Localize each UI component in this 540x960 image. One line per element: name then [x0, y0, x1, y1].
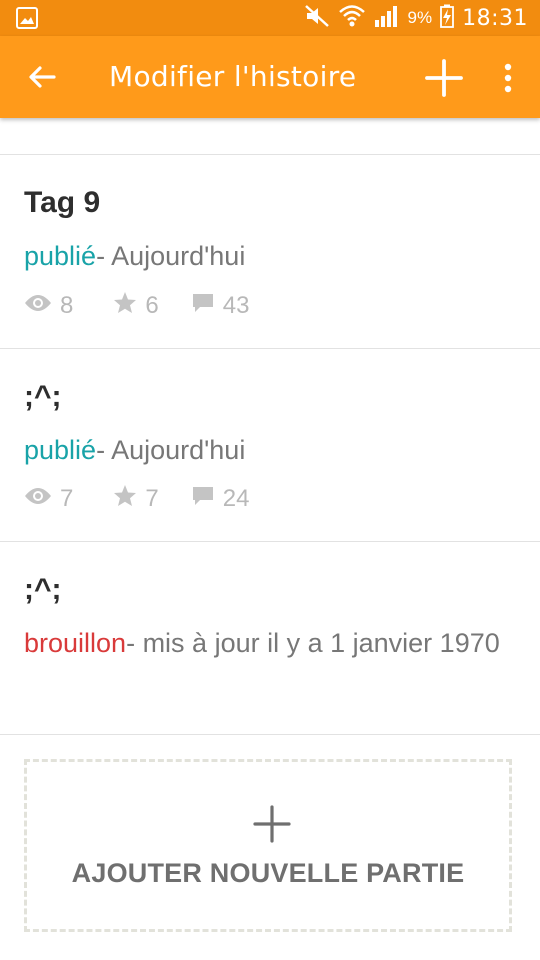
votes-stat: 6 — [113, 291, 159, 321]
votes-count: 7 — [145, 485, 159, 512]
add-new-part-button[interactable]: AJOUTER NOUVELLE PARTIE — [24, 759, 512, 932]
part-stats: 7 7 24 — [24, 484, 279, 514]
star-icon — [113, 291, 145, 321]
mute-icon — [304, 4, 330, 33]
comments-stat: 43 — [191, 292, 250, 321]
comment-icon — [191, 485, 223, 514]
battery-percent: 9% — [407, 8, 433, 27]
star-icon — [113, 484, 145, 514]
part-status: brouillon- mis à jour il y a 1 janvier 1… — [24, 626, 504, 660]
page-title: Modifier l'histoire — [109, 60, 357, 93]
part-title: Tag 9 — [24, 186, 101, 219]
published-status: publié — [24, 241, 97, 271]
part-status: publié- Aujourd'hui — [24, 433, 504, 467]
back-arrow-icon[interactable] — [24, 59, 60, 95]
published-status: publié — [24, 435, 97, 465]
views-stat: 8 — [24, 292, 73, 320]
plus-icon — [252, 804, 292, 844]
part-item[interactable]: Tag 9 publié- Aujourd'hui 8 6 43 — [0, 155, 540, 348]
comments-count: 43 — [222, 292, 250, 319]
part-title: ;^; — [24, 380, 62, 413]
eye-icon — [24, 292, 60, 320]
battery-charging-icon — [440, 4, 454, 33]
draft-status: brouillon — [24, 628, 127, 658]
add-new-part-label: AJOUTER NOUVELLE PARTIE — [71, 858, 465, 888]
app-bar: Modifier l'histoire — [0, 36, 540, 118]
divider — [0, 734, 540, 735]
part-title: ;^; — [24, 573, 62, 606]
comment-icon — [191, 292, 223, 321]
eye-icon — [24, 485, 60, 513]
part-status: publié- Aujourd'hui — [24, 239, 504, 273]
part-item[interactable]: ;^; publié- Aujourd'hui 7 7 24 — [0, 349, 540, 541]
comments-stat: 24 — [191, 485, 250, 514]
status-date: - mis à jour il y a 1 janvier 1970 — [126, 628, 500, 658]
comments-count: 24 — [222, 485, 250, 512]
views-count: 7 — [60, 485, 74, 512]
gallery-icon — [16, 7, 38, 29]
status-date: - Aujourd'hui — [96, 241, 246, 271]
views-stat: 7 — [24, 485, 73, 513]
signal-icon — [374, 4, 400, 33]
votes-count: 6 — [145, 292, 159, 319]
add-icon[interactable] — [424, 58, 464, 98]
status-bar: 9% 18:31 — [0, 0, 540, 36]
part-item[interactable]: ;^; brouillon- mis à jour il y a 1 janvi… — [0, 542, 540, 734]
clock: 18:31 — [462, 5, 528, 31]
part-stats: 8 6 43 — [24, 291, 279, 321]
wifi-icon — [338, 3, 366, 34]
more-vert-icon[interactable] — [496, 60, 520, 96]
views-count: 8 — [60, 292, 74, 319]
status-date: - Aujourd'hui — [96, 435, 246, 465]
votes-stat: 7 — [113, 484, 159, 514]
